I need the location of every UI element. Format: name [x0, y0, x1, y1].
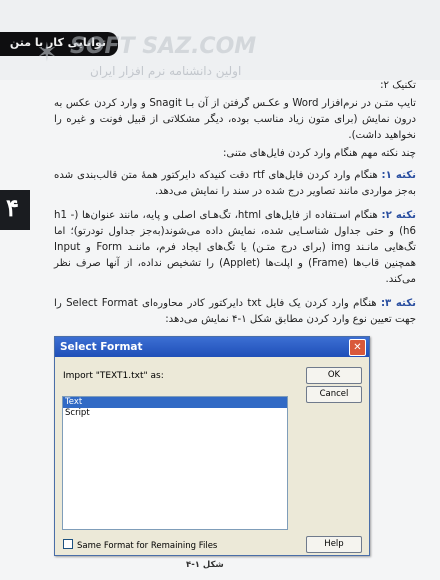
format-option-text[interactable]: Text	[63, 397, 287, 408]
document-body: تکنیک ۲: تایپ متـن در نرم‌افزار Word و ع…	[54, 78, 416, 328]
technique-heading: تکنیک ۲:	[380, 80, 416, 91]
chapter-number: ۴	[6, 193, 19, 222]
note-2: نکته ۲: هنگام اسـتفاده از فایل‌های html،…	[54, 208, 416, 288]
dialog-titlebar[interactable]: Select Format ✕	[55, 337, 369, 357]
note-1-label: نکته ۱:	[381, 170, 416, 181]
help-button[interactable]: Help	[306, 536, 362, 553]
select-format-dialog: Select Format ✕ Import "TEXT1.txt" as: O…	[54, 336, 370, 556]
chapter-side-tab: ۴	[0, 190, 30, 230]
note-2-label: نکته ۲:	[381, 210, 416, 221]
ok-button[interactable]: OK	[306, 367, 362, 384]
note-1: نکته ۱: هنگام وارد کردن فایل‌های rtf دقت…	[54, 168, 416, 200]
notes-intro: چند نکته مهم هنگام وارد کردن فایل‌های مت…	[222, 148, 416, 159]
note-3-label: نکته ۳:	[380, 298, 416, 309]
watermark-star-icon: ✶	[36, 38, 58, 68]
note-2-text: هنگام اسـتفاده از فایل‌های html، تگ‌هـای…	[54, 210, 417, 285]
format-listbox[interactable]: Text Script	[62, 396, 288, 530]
watermark-brand: SOFT SAZ.COM	[70, 34, 257, 59]
note-3-text: هنگام وارد کردن یک فایل txt دایرکتور کاد…	[54, 298, 416, 325]
note-3: نکته ۳: هنگام وارد کردن یک فایل txt دایر…	[54, 296, 416, 328]
same-format-checkbox[interactable]	[63, 539, 73, 549]
same-format-checkbox-label: Same Format for Remaining Files	[77, 541, 218, 551]
technique-paragraph: تایپ متـن در نرم‌افزار Word و عکـس گرفتن…	[54, 98, 417, 141]
figure-caption: شکل ۱-۴	[186, 560, 224, 570]
close-icon[interactable]: ✕	[349, 339, 366, 356]
watermark-tagline: اولین دانشنامه نرم افزار ایران	[90, 64, 242, 78]
same-format-checkbox-row[interactable]: Same Format for Remaining Files	[63, 539, 217, 551]
note-1-text: هنگام وارد کردن فایل‌های rtf دقت کنیدکه …	[54, 170, 416, 197]
dialog-title: Select Format	[60, 341, 143, 353]
cancel-button[interactable]: Cancel	[306, 386, 362, 403]
import-label: Import "TEXT1.txt" as:	[63, 371, 164, 381]
format-option-script[interactable]: Script	[63, 408, 287, 419]
